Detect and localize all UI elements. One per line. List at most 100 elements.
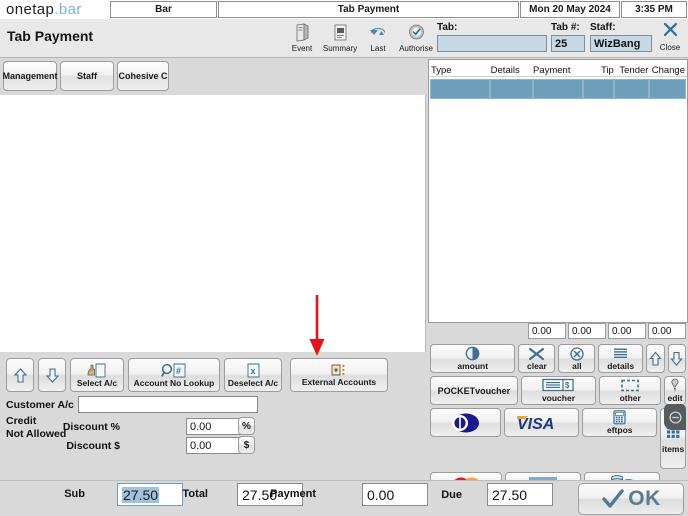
amount-button[interactable]: amount [430,344,516,373]
toolbar-button-last[interactable]: Last [359,20,397,53]
toolbar-label-last: Last [370,44,386,53]
discount-percent-symbol: % [242,420,251,432]
payment-row-2: POCKETvoucher $ voucher other edit [430,376,686,405]
all-button[interactable]: all [558,344,596,373]
payment-scroll-up-button[interactable] [646,344,665,373]
all-icon [570,347,584,361]
toolbar-label-event: Event [291,44,313,53]
close-label: Close [659,43,681,52]
page-title: Tab Payment [7,28,94,44]
other-label: other [619,392,641,403]
venue-indicator[interactable]: Bar [110,1,217,18]
table-row[interactable] [430,79,686,99]
sub-label: Sub [64,488,85,500]
account-lookup-label: Account No Lookup [133,377,215,388]
total-payment-field[interactable]: 0.00 [528,323,566,339]
visa-icon: VISA [516,415,554,433]
column-header-change: Change [651,65,685,76]
annotation-arrow [305,295,329,357]
toolbar-button-event[interactable]: Event [283,20,321,53]
transaction-table[interactable]: Type Details Payment Tip Tender Change [428,59,688,323]
discount-amount-symbol: $ [243,439,250,451]
discount-percent-label: Discount % [62,421,120,433]
customer-account-label: Customer A/c [6,399,74,411]
payment-row-3: VISA eftpos items [430,408,686,469]
logo-suffix-text: .bar [54,1,82,18]
svg-text:#: # [176,366,181,376]
discount-amount-input[interactable]: 0.00 [186,437,244,454]
page-header: Tab Payment Event Summary Last Authorise… [0,19,688,58]
close-x-icon [662,21,679,43]
edit-label: edit [667,393,683,404]
clear-label: clear [526,360,547,371]
tab-cohesive-c[interactable]: Cohesive C [117,61,169,91]
deselect-account-button[interactable]: x Deselect A/c [224,358,282,392]
staff-label: Staff: [590,22,616,33]
toolbar-button-summary[interactable]: Summary [321,20,359,53]
amount-icon [465,346,480,361]
external-accounts-label: External Accounts [301,377,377,388]
eftpos-terminal-icon [613,410,626,425]
payment-field[interactable]: 0.00 [362,483,428,506]
due-field[interactable]: 27.50 [487,483,553,506]
diners-club-button[interactable] [430,408,502,437]
cell-tender [614,79,650,99]
tab-number-label: Tab #: [551,22,580,33]
tab-management[interactable]: Management [3,61,58,91]
tab-name-field[interactable] [437,35,547,52]
arrow-down-icon [45,367,59,383]
details-lines-icon [614,348,628,358]
tab-staff[interactable]: Staff [60,61,114,91]
tab-number-field[interactable]: 25 [551,35,585,52]
total-tender-field[interactable]: 0.00 [608,323,646,339]
account-lookup-button[interactable]: # Account No Lookup [128,358,220,392]
total-tip-field[interactable]: 0.00 [568,323,606,339]
discount-percent-input[interactable]: 0.00 [186,418,244,435]
arrow-up-icon [13,367,27,383]
transaction-table-header: Type Details Payment Tip Tender Change [429,60,687,77]
cell-payment [532,79,584,99]
discount-amount-button[interactable]: $ [238,436,255,454]
payment-row-1: amount clear all details [430,344,687,373]
diners-club-icon [451,413,479,432]
close-button[interactable]: Close [655,21,685,52]
scroll-down-button[interactable] [38,358,66,392]
column-header-payment: Payment [532,65,571,76]
ok-button[interactable]: OK [578,483,684,515]
check-tick-icon [602,489,624,508]
all-label: all [572,360,582,371]
external-accounts-button[interactable]: External Accounts [290,358,388,392]
visa-button[interactable]: VISA [504,408,580,437]
tab-info-fields: Tab: Tab #: 25 Staff: WizBang [437,20,652,56]
cell-details [490,79,533,99]
clear-button[interactable]: clear [518,344,556,373]
voucher-button[interactable]: $ voucher [520,376,597,405]
discount-percent-button[interactable]: % [238,417,255,435]
payment-label: Payment [270,488,316,500]
voucher-icon: $ [542,379,575,392]
other-button[interactable]: other [599,376,662,405]
account-list-area[interactable] [0,95,426,352]
select-account-button[interactable]: Select A/c [70,358,124,392]
eftpos-button[interactable]: eftpos [582,408,658,437]
scroll-up-button[interactable] [6,358,34,392]
total-change-field[interactable]: 0.00 [648,323,686,339]
last-icon [368,22,388,43]
pocketvoucher-button[interactable]: POCKETvoucher [430,376,518,405]
cell-tip [583,79,615,99]
column-header-tender: Tender [619,65,649,76]
external-accounts-icon [331,364,345,376]
arrow-down-icon [670,351,683,366]
column-header-type: Type [431,65,452,76]
staff-field[interactable]: WizBang [590,35,652,52]
payment-scroll-down-button[interactable] [667,344,687,373]
date-display: Mon 20 May 2024 [520,1,620,18]
transaction-totals-row: 0.00 0.00 0.00 0.00 [428,323,686,340]
account-action-row: Select A/c # Account No Lookup x Deselec… [6,358,388,392]
details-button[interactable]: details [598,344,644,373]
category-tab-row: Management Staff Cohesive C [3,61,169,91]
edit-button[interactable]: edit [664,376,686,405]
customer-account-input[interactable] [78,396,258,413]
cell-type [430,79,491,99]
toolbar-button-authorise[interactable]: Authorise [397,20,435,53]
